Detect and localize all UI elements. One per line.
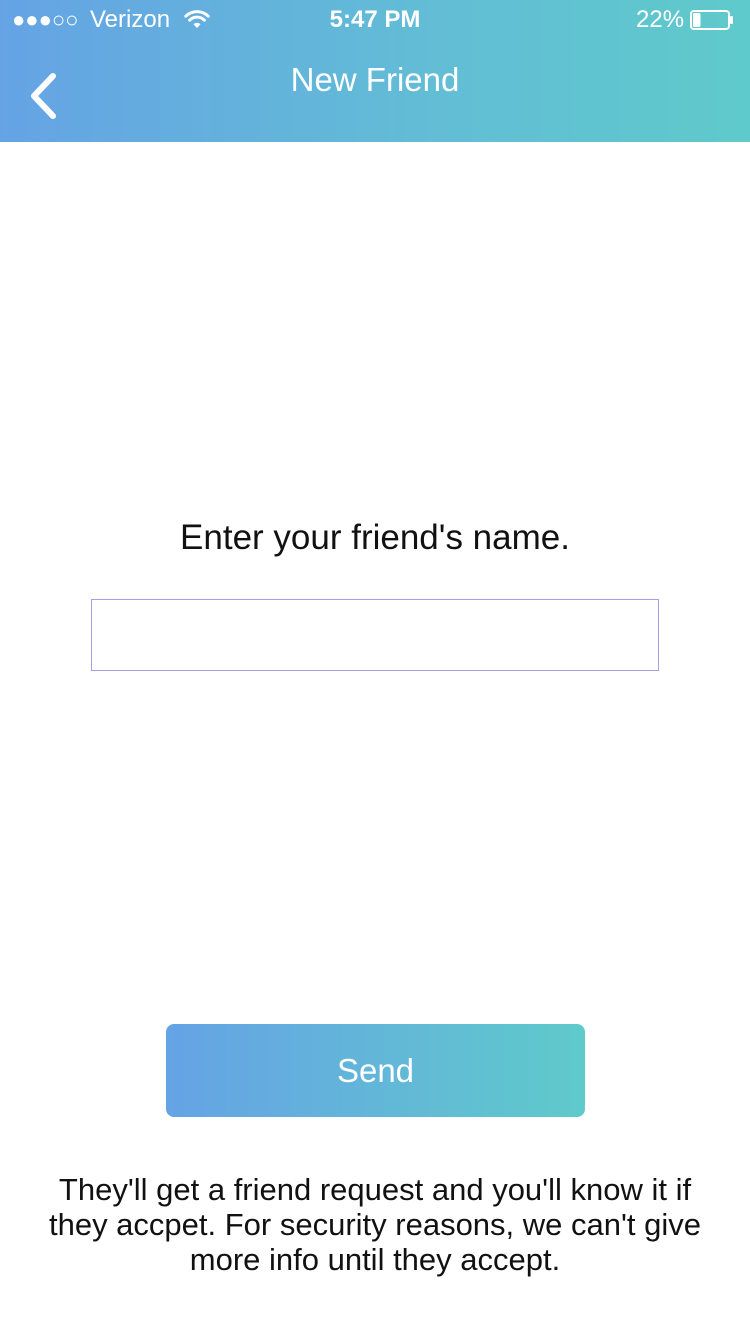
send-button[interactable]: Send: [166, 1024, 585, 1117]
battery-percentage: 22%: [636, 6, 685, 33]
name-prompt: Enter your friend's name.: [180, 518, 570, 557]
info-footnote: They'll get a friend request and you'll …: [48, 1172, 702, 1277]
top-bar: ●●●○○ Verizon 5:47 PM 22% New Friend: [0, 0, 750, 142]
page-title: New Friend: [290, 61, 460, 98]
battery-icon: [690, 10, 733, 30]
status-bar: ●●●○○ Verizon 5:47 PM 22%: [0, 0, 750, 40]
friend-name-input[interactable]: [91, 599, 659, 671]
